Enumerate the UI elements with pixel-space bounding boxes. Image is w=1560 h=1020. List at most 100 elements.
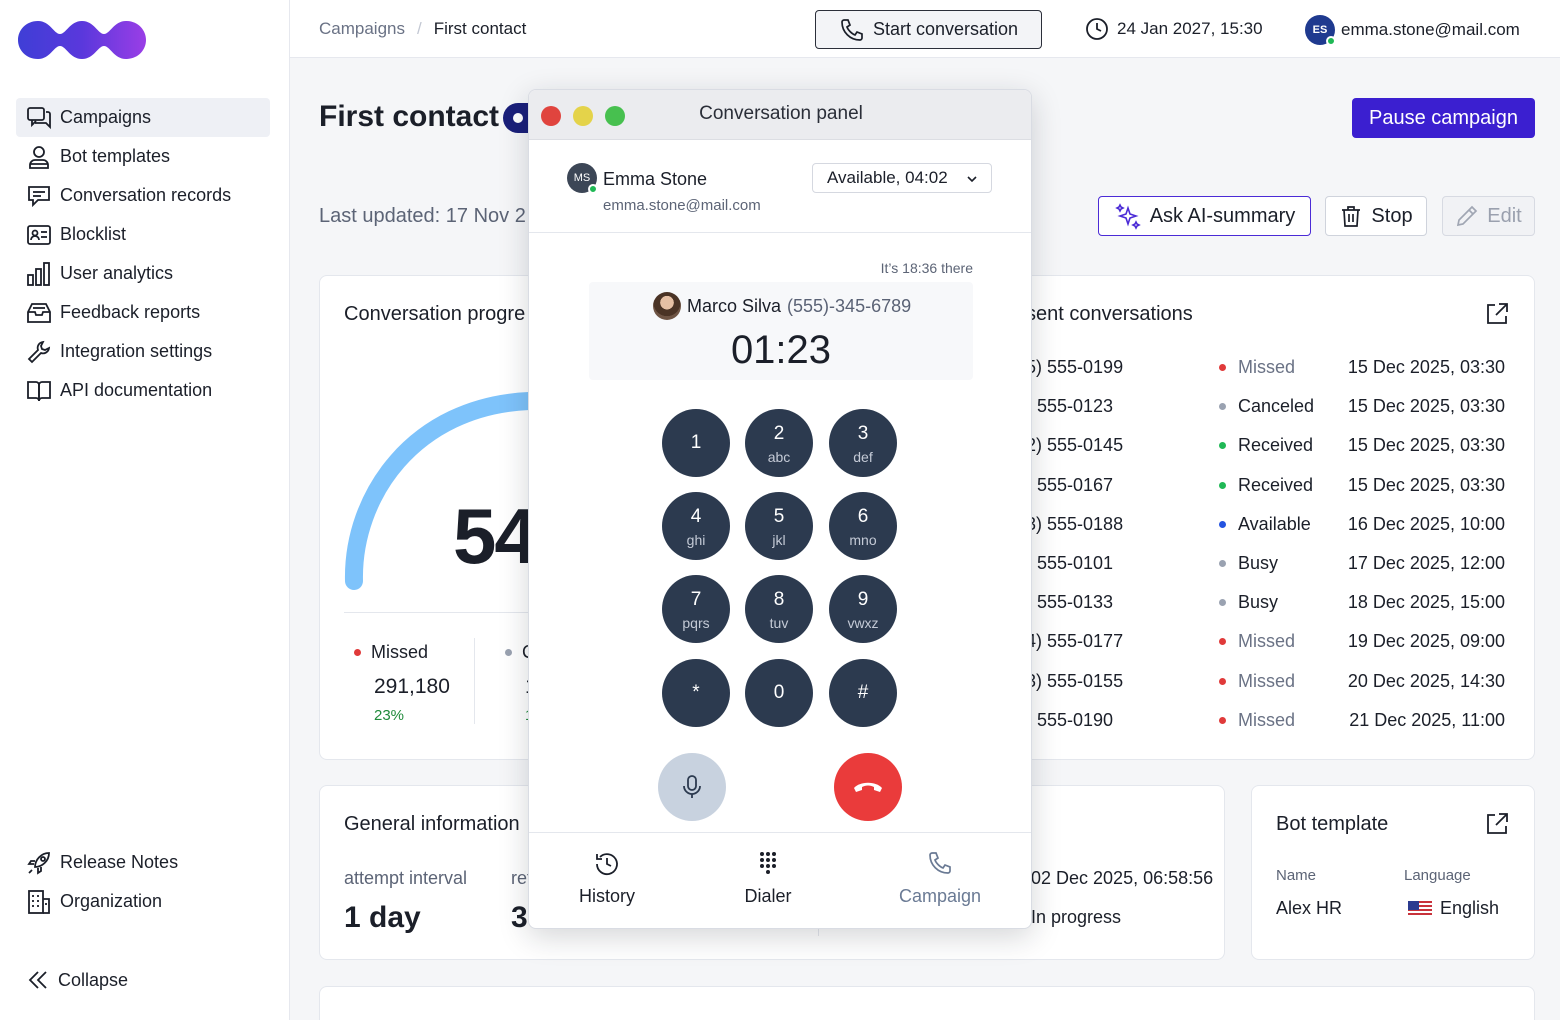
dial-key-letters: vwxz [847, 614, 879, 631]
collapse-button[interactable]: Collapse [26, 960, 128, 1000]
sidebar-item-blocklist[interactable]: Blocklist [16, 215, 270, 254]
table-row[interactable]: 4) 555-0177 Missed 19 Dec 2025, 09:00 [1026, 631, 1516, 655]
row-date: 19 Dec 2025, 09:00 [1347, 631, 1505, 652]
sidebar-item-release-notes[interactable]: Release Notes [16, 843, 270, 882]
row-status: Missed [1219, 671, 1295, 692]
breadcrumb-separator: / [417, 19, 422, 38]
agent-status-select[interactable]: Available, 04:02 [812, 163, 992, 193]
table-row[interactable]: 2) 555-0145 Received 15 Dec 2025, 03:30 [1026, 435, 1516, 459]
trash-icon [1342, 206, 1361, 227]
sidebar-item-label: API documentation [60, 380, 213, 400]
pause-campaign-button[interactable]: Pause campaign [1352, 98, 1535, 138]
microphone-icon [683, 775, 701, 798]
row-date: 15 Dec 2025, 03:30 [1347, 474, 1505, 495]
row-phone: ) 555-0123 [1026, 396, 1114, 417]
status-dot [354, 649, 361, 656]
table-row[interactable]: 5) 555-0199 Missed 15 Dec 2025, 03:30 [1026, 357, 1516, 381]
dial-key[interactable]: 3 def [829, 409, 897, 477]
agent-initials: MS [573, 172, 591, 184]
dial-key[interactable]: 7 pqrs [662, 575, 730, 643]
breadcrumb-campaigns[interactable]: Campaigns [319, 19, 405, 39]
inbox-icon [27, 302, 51, 323]
sidebar-item-label: User analytics [60, 263, 174, 283]
dial-key[interactable]: 1 [662, 409, 730, 477]
us-flag-icon [1408, 900, 1432, 917]
user-menu[interactable]: ES emma.stone@mail.com [1305, 15, 1520, 46]
caller-info: Marco Silva (555)-345-6789 [653, 292, 911, 320]
active-call-box: Marco Silva (555)-345-6789 01:23 [589, 282, 973, 380]
sidebar-item-organization[interactable]: Organization [16, 882, 270, 921]
sidebar-item-api-documentation[interactable]: API documentation [16, 371, 270, 410]
phone-icon [929, 852, 951, 874]
sidebar-item-campaigns[interactable]: Campaigns [16, 98, 270, 137]
table-row[interactable]: ) 555-0123 Canceled 15 Dec 2025, 03:30 [1026, 396, 1516, 420]
stat-divider [474, 638, 475, 724]
tab-dialer[interactable]: Dialer [698, 850, 838, 907]
dial-key[interactable]: 0 [745, 659, 813, 727]
bot-name-label: Name [1276, 867, 1317, 884]
external-link-icon[interactable] [1484, 811, 1510, 837]
dial-key-digit: 4 [690, 505, 702, 527]
double-chevron-left-icon [28, 971, 47, 989]
row-status: Missed [1219, 357, 1295, 378]
sidebar-item-integration-settings[interactable]: Integration settings [16, 332, 270, 371]
agent-status-value: Available, 04:02 [827, 168, 948, 187]
table-row[interactable]: ) 555-0101 Busy 17 Dec 2025, 12:00 [1026, 553, 1516, 577]
row-status-text: Available [1238, 513, 1311, 534]
start-conversation-button[interactable]: Start conversation [815, 10, 1042, 49]
bot-language-text: English [1440, 898, 1500, 918]
table-row[interactable]: 3) 555-0188 Available 16 Dec 2025, 10:00 [1026, 514, 1516, 538]
dial-key[interactable]: 2 abc [745, 409, 813, 477]
panel-divider [529, 832, 1031, 833]
dial-key[interactable]: 4 ghi [662, 492, 730, 560]
table-row[interactable]: ) 555-0190 Missed 21 Dec 2025, 11:00 [1026, 710, 1516, 734]
sidebar-item-label: Organization [60, 891, 163, 911]
sidebar-item-conversation-records[interactable]: Conversation records [16, 176, 270, 215]
table-row[interactable]: ) 555-0133 Busy 18 Dec 2025, 15:00 [1026, 592, 1516, 616]
stop-button[interactable]: Stop [1325, 196, 1427, 236]
stat-value: 291,180 [374, 675, 450, 698]
table-row[interactable]: 3) 555-0155 Missed 20 Dec 2025, 14:30 [1026, 671, 1516, 695]
sidebar-item-bot-templates[interactable]: Bot templates [16, 137, 270, 176]
agent-email: emma.stone@mail.com [603, 197, 761, 214]
dial-key[interactable]: * [662, 659, 730, 727]
dial-key-letters: abc [767, 448, 791, 465]
dial-key[interactable]: 5 jkl [745, 492, 813, 560]
edit-button[interactable]: Edit [1442, 196, 1535, 236]
last-updated: Last updated: 17 Nov 2 [319, 205, 526, 227]
caller-avatar [653, 292, 681, 320]
dial-key[interactable]: # [829, 659, 897, 727]
brand-logo[interactable] [16, 18, 148, 62]
dial-key[interactable]: 8 tuv [745, 575, 813, 643]
ask-ai-summary-button[interactable]: Ask AI-summary [1098, 196, 1311, 236]
row-phone: 3) 555-0188 [1026, 513, 1124, 534]
history-icon [596, 853, 618, 876]
external-link-icon[interactable] [1484, 301, 1510, 327]
dial-key[interactable]: 9 vwxz [829, 575, 897, 643]
tab-history[interactable]: History [537, 850, 677, 907]
sidebar-bottom-nav: Release Notes Organization [16, 843, 270, 921]
chevron-down-icon [967, 176, 977, 183]
status-dot [1219, 442, 1226, 450]
status-dot [1219, 716, 1226, 724]
book-icon [27, 380, 51, 401]
dial-key-digit: 2 [773, 422, 785, 444]
status-dot [1219, 638, 1226, 646]
mute-button[interactable] [658, 753, 726, 821]
dial-key-digit: 5 [773, 505, 785, 527]
sidebar-item-feedback-reports[interactable]: Feedback reports [16, 293, 270, 332]
row-phone: 3) 555-0155 [1026, 670, 1124, 691]
row-phone: 2) 555-0145 [1026, 435, 1124, 456]
stat-percent: 23% [374, 707, 405, 724]
tab-campaign[interactable]: Campaign [870, 850, 1010, 907]
sidebar-item-user-analytics[interactable]: User analytics [16, 254, 270, 293]
row-status-text: Received [1238, 435, 1314, 456]
dial-key[interactable]: 6 mno [829, 492, 897, 560]
online-status-dot [588, 184, 598, 194]
dial-key-digit: 3 [857, 422, 869, 444]
table-row[interactable]: ) 555-0167 Received 15 Dec 2025, 03:30 [1026, 475, 1516, 499]
dial-key-digit: 0 [773, 682, 785, 703]
row-status-text: Missed [1238, 631, 1296, 652]
hang-up-button[interactable] [834, 753, 902, 821]
general-date-value: 02 Dec 2025, 06:58:56 [1031, 868, 1214, 888]
